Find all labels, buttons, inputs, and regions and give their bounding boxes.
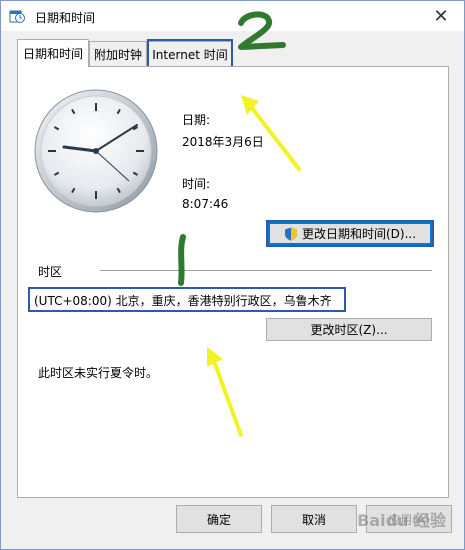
analog-clock [34, 89, 158, 213]
annotation-number-2 [238, 11, 286, 50]
annotation-arrow-up-2 [207, 347, 243, 437]
annotation-number-1 [178, 234, 186, 286]
change-timezone-button[interactable]: 更改时区(Z)... [266, 318, 432, 341]
close-button[interactable]: ✕ [418, 1, 464, 31]
button-label: 确定 [206, 512, 231, 527]
button-label: 更改时区(Z)... [310, 323, 388, 337]
button-label: 取消 [301, 512, 326, 527]
dst-note: 此时区未实行夏令时。 [38, 366, 159, 380]
watermark: Baidu 经验 [357, 511, 446, 530]
timezone-section-label: 时区 [38, 265, 63, 279]
ok-button[interactable]: 确定 [176, 505, 262, 533]
clock-calendar-icon [9, 10, 25, 23]
time-value: 8:07:46 [182, 197, 229, 211]
time-label: 时间: [182, 177, 211, 191]
date-time-dialog: 日期和时间 ✕ 日期和时间 附加时钟 Internet 时间 日期: 2018年… [0, 0, 465, 550]
tab-label: 附加时钟 [93, 48, 142, 62]
tab-additional-clocks[interactable]: 附加时钟 [89, 41, 147, 67]
tab-date-time[interactable]: 日期和时间 [17, 39, 89, 67]
section-divider [100, 270, 432, 271]
annotation-arrow-up-1 [241, 95, 301, 171]
window-title: 日期和时间 [35, 11, 96, 25]
close-icon: ✕ [433, 5, 449, 27]
date-label: 日期: [182, 113, 211, 127]
cancel-button[interactable]: 取消 [271, 505, 357, 533]
timezone-value: (UTC+08:00) 北京，重庆，香港特别行政区，乌鲁木齐 [34, 294, 332, 308]
tab-label: 日期和时间 [22, 47, 83, 61]
highlight-box-change-datetime [266, 220, 434, 247]
